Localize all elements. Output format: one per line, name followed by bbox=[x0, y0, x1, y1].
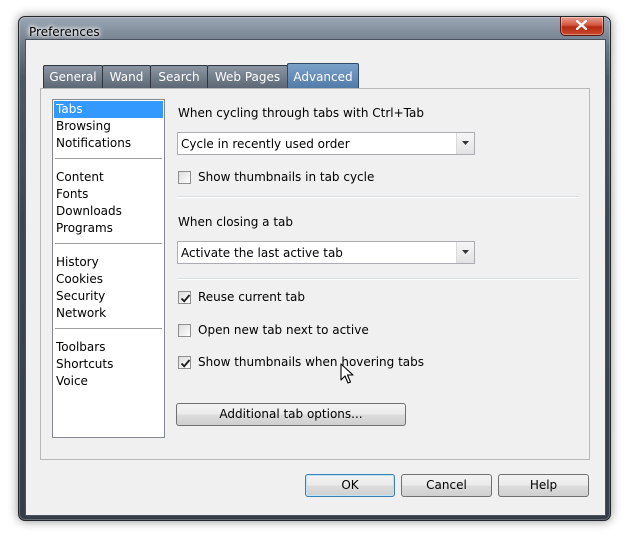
sidebar-item-voice[interactable]: Voice bbox=[54, 373, 163, 390]
sidebar-separator bbox=[55, 328, 162, 329]
tab-search[interactable]: Search bbox=[150, 65, 208, 88]
preferences-window: Preferences General Wand Search Web Page… bbox=[18, 16, 611, 521]
category-list[interactable]: Tabs Browsing Notifications Content Font… bbox=[52, 99, 165, 438]
additional-tab-options-button[interactable]: Additional tab options... bbox=[176, 403, 406, 426]
sidebar-item-history[interactable]: History bbox=[54, 254, 163, 271]
tab-advanced[interactable]: Advanced bbox=[287, 63, 359, 89]
tab-general[interactable]: General bbox=[43, 65, 103, 88]
sidebar-item-tabs[interactable]: Tabs bbox=[54, 101, 163, 118]
show-thumbnails-hover-checkbox[interactable] bbox=[178, 356, 191, 369]
sidebar-item-notifications[interactable]: Notifications bbox=[54, 135, 163, 152]
sidebar-item-cookies[interactable]: Cookies bbox=[54, 271, 163, 288]
chevron-down-icon bbox=[462, 250, 469, 254]
close-icon bbox=[576, 20, 587, 30]
open-new-tab-next-checkbox[interactable] bbox=[178, 324, 191, 337]
chevron-down-icon bbox=[462, 141, 469, 145]
show-thumbnails-cycle-label: Show thumbnails in tab cycle bbox=[198, 170, 375, 184]
closing-behavior-select[interactable]: Activate the last active tab bbox=[177, 241, 475, 264]
cycling-label: When cycling through tabs with Ctrl+Tab bbox=[178, 106, 424, 120]
section-separator bbox=[177, 196, 579, 198]
open-new-tab-next-label: Open new tab next to active bbox=[198, 323, 369, 337]
reuse-current-tab-checkbox[interactable] bbox=[178, 291, 191, 304]
closing-label: When closing a tab bbox=[178, 215, 294, 229]
sidebar-item-fonts[interactable]: Fonts bbox=[54, 186, 163, 203]
sidebar-item-programs[interactable]: Programs bbox=[54, 220, 163, 237]
close-button[interactable] bbox=[560, 17, 604, 36]
window-title: Preferences bbox=[29, 25, 100, 39]
show-thumbnails-hover-label: Show thumbnails when hovering tabs bbox=[198, 355, 424, 369]
sidebar-item-security[interactable]: Security bbox=[54, 288, 163, 305]
help-button[interactable]: Help bbox=[498, 474, 589, 497]
sidebar-separator bbox=[55, 243, 162, 244]
cycling-order-select[interactable]: Cycle in recently used order bbox=[177, 132, 475, 155]
cancel-button[interactable]: Cancel bbox=[401, 474, 492, 497]
tab-web-pages[interactable]: Web Pages bbox=[207, 65, 288, 88]
sidebar-item-shortcuts[interactable]: Shortcuts bbox=[54, 356, 163, 373]
sidebar-item-downloads[interactable]: Downloads bbox=[54, 203, 163, 220]
sidebar-item-network[interactable]: Network bbox=[54, 305, 163, 322]
tab-wand[interactable]: Wand bbox=[102, 65, 151, 88]
ok-button[interactable]: OK bbox=[305, 474, 395, 497]
closing-behavior-value: Activate the last active tab bbox=[181, 246, 343, 260]
dropdown-button[interactable] bbox=[456, 133, 474, 154]
sidebar-item-content[interactable]: Content bbox=[54, 169, 163, 186]
mouse-pointer-icon bbox=[340, 363, 354, 384]
cycling-order-value: Cycle in recently used order bbox=[181, 137, 350, 151]
sidebar-separator bbox=[55, 158, 162, 159]
dialog-client-area: General Wand Search Web Pages Advanced T… bbox=[25, 39, 606, 516]
checkmark-icon bbox=[180, 294, 191, 303]
checkmark-icon bbox=[180, 359, 191, 368]
section-separator bbox=[177, 278, 579, 280]
show-thumbnails-cycle-checkbox[interactable] bbox=[178, 171, 191, 184]
reuse-current-tab-label: Reuse current tab bbox=[198, 290, 306, 304]
dropdown-button[interactable] bbox=[456, 242, 474, 263]
sidebar-item-browsing[interactable]: Browsing bbox=[54, 118, 163, 135]
sidebar-item-toolbars[interactable]: Toolbars bbox=[54, 339, 163, 356]
advanced-panel: Tabs Browsing Notifications Content Font… bbox=[40, 88, 590, 460]
